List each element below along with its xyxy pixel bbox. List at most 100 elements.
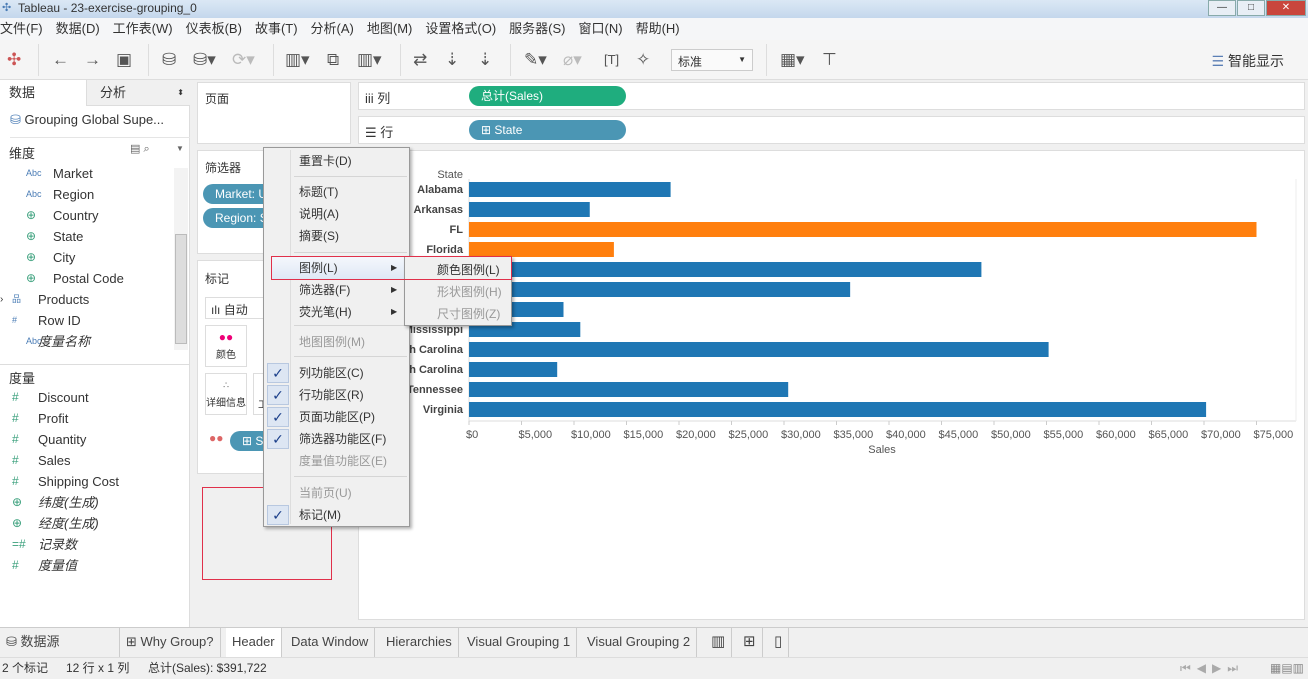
columns-pill-sales[interactable]: 总计(Sales) [469, 86, 626, 106]
bar-fl[interactable] [469, 222, 1257, 237]
context-menu-item[interactable]: 标题(T) [299, 182, 338, 202]
dimension-field[interactable]: ⊕ State [0, 226, 175, 247]
menu-item[interactable]: 工作表(W) [113, 18, 180, 40]
view-mode-icons[interactable]: ▦▤▥ [1270, 658, 1304, 678]
dimension-field[interactable]: 品 Products › [0, 289, 175, 310]
menu-item[interactable]: 数据(D) [56, 18, 107, 40]
dimension-field[interactable]: Abc Region [0, 184, 175, 205]
back-icon[interactable]: ← [52, 50, 69, 70]
sheet-tab[interactable]: ⊞ Why Group? [120, 628, 221, 657]
sheet-tab[interactable]: Visual Grouping 1 [461, 628, 578, 657]
save-icon[interactable]: ▣ [116, 50, 132, 70]
context-menu-item[interactable]: 当前页(U) [299, 483, 352, 503]
context-menu-item[interactable]: 摘要(S) [299, 226, 339, 246]
context-menu-item[interactable]: 页面功能区(P) [299, 407, 375, 427]
menu-item[interactable]: 设置格式(O) [425, 18, 503, 40]
pause-updates-icon[interactable]: ⛁▾ [193, 50, 216, 70]
fit-select[interactable]: 标准 ▼ [671, 49, 753, 71]
dimension-field[interactable]: # Row ID [0, 310, 175, 331]
tab-datasource[interactable]: ⛁ 数据源 [0, 628, 120, 657]
bar-arkansas[interactable] [469, 202, 590, 217]
new-story-icon[interactable]: ▯ [768, 628, 790, 657]
menu-item[interactable]: 窗口(N) [579, 18, 630, 40]
menu-item[interactable]: 服务器(S) [509, 18, 572, 40]
bar-tennessee[interactable] [469, 382, 789, 397]
datasource-item[interactable]: ⛁ Grouping Global Supe... [10, 112, 190, 138]
menu-item[interactable]: 故事(T) [255, 18, 305, 40]
submenu-item[interactable]: 尺寸图例(Z) [437, 304, 500, 324]
context-menu-item[interactable]: 筛选器功能区(F) [299, 429, 386, 449]
new-dashboard-icon[interactable]: ⊞ [737, 628, 763, 657]
columns-shelf[interactable]: iii 列 总计(Sales) [358, 82, 1305, 110]
dimension-field[interactable]: Abc Market [0, 163, 175, 184]
context-menu-item[interactable]: 筛选器(F) [299, 280, 350, 300]
measure-field[interactable]: # Sales [0, 450, 175, 471]
rows-pill-state[interactable]: ⊞ State [469, 120, 626, 140]
expand-icon[interactable]: › [0, 289, 3, 310]
context-menu-item[interactable]: 荧光笔(H) [299, 302, 352, 322]
sheet-tab[interactable]: Data Window [285, 628, 376, 657]
measure-field[interactable]: =# 记录数 [0, 534, 175, 555]
new-datasource-icon[interactable]: ⛁ [162, 50, 176, 70]
bar-virginia[interactable] [469, 402, 1207, 417]
clear-sheet-icon[interactable]: ▥▾ [357, 50, 382, 70]
bar-alabama[interactable] [469, 182, 671, 197]
tab-data[interactable]: 数据 [0, 80, 86, 106]
presentation-icon[interactable]: ⊤ [822, 50, 837, 70]
submenu-item[interactable]: 形状图例(H) [437, 282, 502, 302]
show-me-button[interactable]: ☰ 智能显示 [1212, 51, 1284, 71]
show-cards-icon[interactable]: ▦▾ [780, 50, 805, 70]
menu-item[interactable]: 仪表板(B) [186, 18, 249, 40]
minimize-button[interactable]: — [1208, 0, 1236, 16]
forward-icon[interactable]: → [84, 50, 101, 70]
measure-field[interactable]: # Discount [0, 387, 175, 408]
sheet-tab[interactable]: Visual Grouping 2 [581, 628, 698, 657]
dimension-field[interactable]: Abc 度量名称 [0, 331, 175, 352]
bar-north-carolina[interactable] [469, 342, 1049, 357]
dimension-field[interactable]: ⊕ Country [0, 205, 175, 226]
new-worksheet-icon[interactable]: ▥ [705, 628, 733, 657]
new-worksheet-icon[interactable]: ▥▾ [285, 50, 310, 70]
maximize-button[interactable]: □ [1237, 0, 1265, 16]
close-button[interactable]: ✕ [1266, 0, 1306, 16]
pin-icon[interactable]: ✧ [636, 50, 650, 70]
bar-florida[interactable] [469, 242, 614, 257]
duplicate-sheet-icon[interactable]: ⧉ [327, 50, 339, 70]
sort-asc-icon[interactable]: ⇣ [445, 50, 459, 70]
dimension-field[interactable]: ⊕ City [0, 247, 175, 268]
measure-field[interactable]: ⊕ 经度(生成) [0, 513, 175, 534]
swap-icon[interactable]: ⇄ [413, 50, 427, 70]
tableau-icon[interactable]: ✣ [7, 50, 21, 70]
menu-item[interactable]: 文件(F) [0, 18, 50, 40]
text-label-icon[interactable]: [T] [604, 50, 619, 70]
context-menu-item[interactable]: 列功能区(C) [299, 363, 364, 383]
context-menu-item[interactable]: 标记(M) [299, 505, 341, 525]
bar-south-carolina[interactable] [469, 362, 558, 377]
dimension-field[interactable]: ⊕ Postal Code [0, 268, 175, 289]
rows-shelf[interactable]: ☰ 行 ⊞ State [358, 116, 1305, 144]
pages-shelf[interactable]: 页面 [197, 82, 351, 144]
highlight-icon[interactable]: ✎▾ [524, 50, 547, 70]
sheet-tab[interactable]: Hierarchies [380, 628, 459, 657]
sort-desc-icon[interactable]: ⇣ [478, 50, 492, 70]
tab-analysis[interactable]: 分析 ⬍ [86, 80, 190, 106]
context-menu-item[interactable]: 说明(A) [299, 204, 339, 224]
menu-item[interactable]: 分析(A) [311, 18, 361, 40]
measure-field[interactable]: # Profit [0, 408, 175, 429]
menu-item[interactable]: 地图(M) [367, 18, 420, 40]
menu-item[interactable]: 帮助(H) [636, 18, 687, 40]
bar-georgia[interactable] [469, 262, 982, 277]
context-menu-item[interactable]: 地图图例(M) [299, 332, 365, 352]
bar-kentucky[interactable] [469, 282, 851, 297]
measure-field[interactable]: # 度量值 [0, 555, 175, 576]
color-button[interactable]: ●● 颜色 [205, 325, 247, 367]
dimensions-scrollbar[interactable] [174, 168, 188, 350]
chevron-down-icon[interactable]: ▼ [176, 144, 184, 153]
detail-button[interactable]: ∴ 详细信息 [205, 373, 247, 415]
page-nav-icons[interactable]: ⏮◀▶⏭ [1180, 658, 1244, 678]
sheet-tab[interactable]: Header [226, 628, 282, 657]
measure-field[interactable]: # Shipping Cost [0, 471, 175, 492]
view-list-icon[interactable]: ▤ ⌕ [130, 142, 150, 156]
attach-icon[interactable]: ⌀▾ [563, 50, 582, 70]
refresh-icon[interactable]: ⟳▾ [232, 50, 255, 70]
